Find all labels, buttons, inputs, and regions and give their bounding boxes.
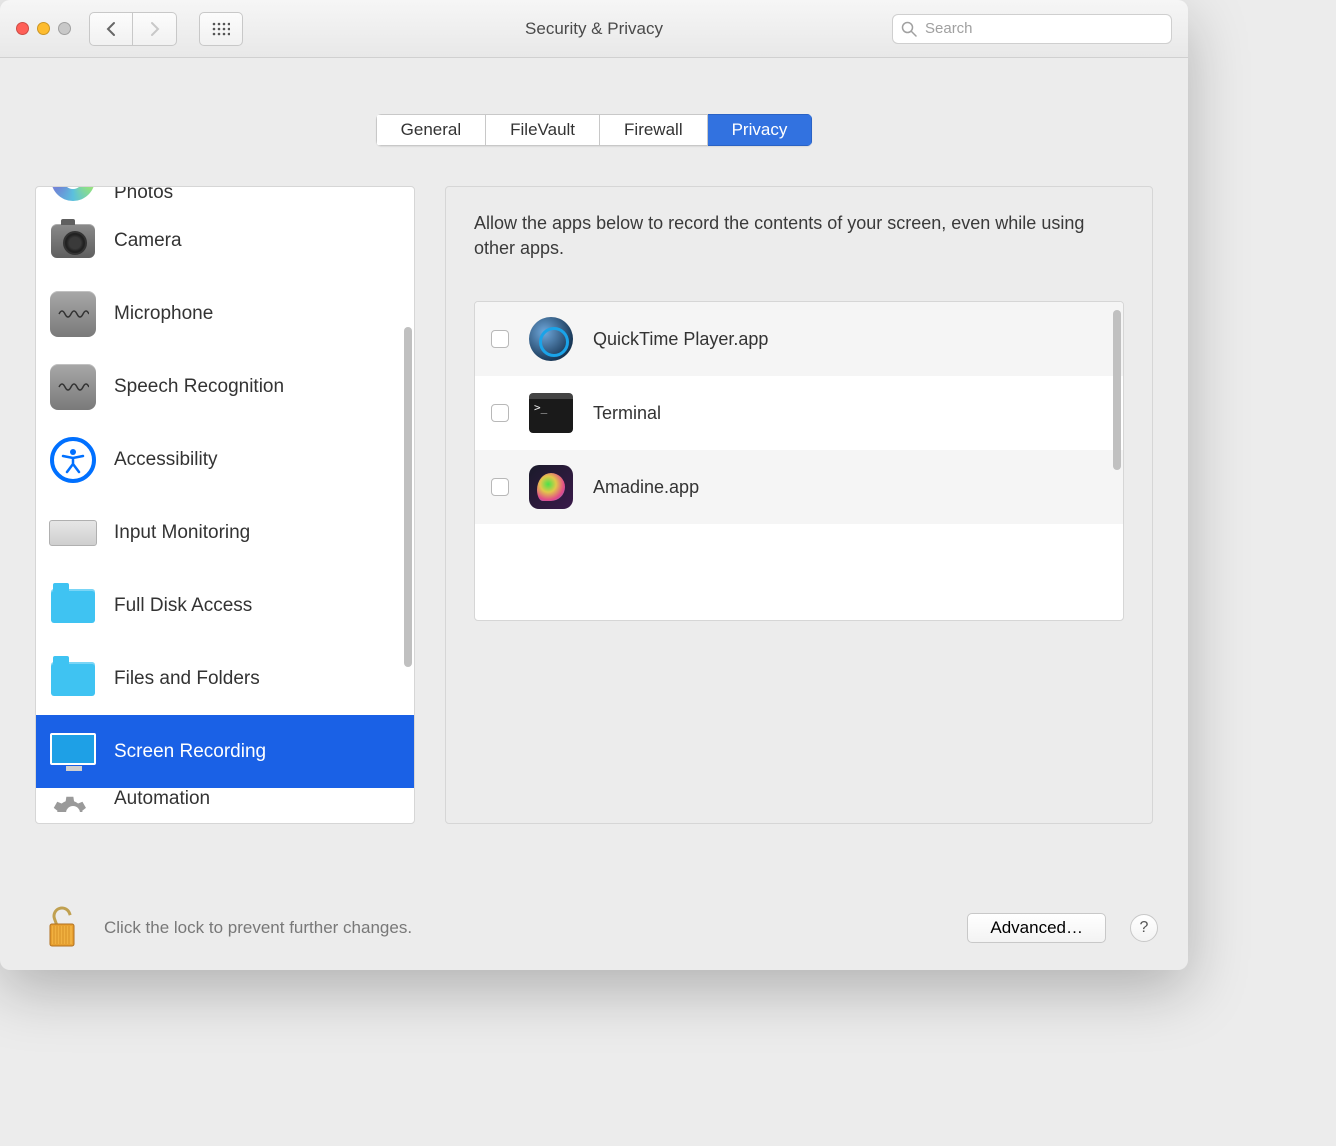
- sidebar-item-label: Automation: [114, 788, 210, 810]
- help-button[interactable]: ?: [1130, 914, 1158, 942]
- camera-icon: [51, 224, 95, 258]
- sidebar-scrollbar[interactable]: [404, 327, 412, 667]
- detail-description: Allow the apps below to record the conte…: [474, 211, 1124, 261]
- sidebar-item-accessibility[interactable]: Accessibility: [36, 423, 414, 496]
- sidebar-item-automation[interactable]: Automation: [36, 788, 414, 812]
- app-row: Amadine.app: [475, 450, 1123, 524]
- content-area: Photos Camera Microphone Speech Recognit…: [35, 186, 1153, 824]
- folder-icon: [51, 662, 95, 696]
- search-wrap: [892, 14, 1172, 44]
- sidebar-item-label: Files and Folders: [114, 668, 260, 690]
- app-label: Amadine.app: [593, 477, 699, 498]
- app-checkbox[interactable]: [491, 330, 509, 348]
- advanced-button[interactable]: Advanced…: [967, 913, 1106, 943]
- sidebar-item-camera[interactable]: Camera: [36, 204, 414, 277]
- gear-icon: [52, 792, 94, 812]
- photos-icon: [51, 186, 95, 201]
- sidebar-item-full-disk[interactable]: Full Disk Access: [36, 569, 414, 642]
- sidebar-item-photos[interactable]: Photos: [36, 186, 414, 204]
- tab-bar: General FileVault Firewall Privacy: [0, 58, 1188, 146]
- microphone-icon: [50, 291, 96, 337]
- chevron-left-icon: [105, 21, 117, 37]
- app-list-scrollbar[interactable]: [1113, 310, 1121, 470]
- accessibility-icon: [50, 437, 96, 483]
- sidebar-item-label: Full Disk Access: [114, 595, 252, 617]
- sidebar-item-label: Input Monitoring: [114, 522, 250, 544]
- minimize-button[interactable]: [37, 22, 50, 35]
- app-row: Terminal: [475, 376, 1123, 450]
- sidebar-item-label: Screen Recording: [114, 741, 266, 763]
- footer: Click the lock to prevent further change…: [0, 890, 1188, 970]
- terminal-icon: [529, 393, 573, 433]
- tab-general[interactable]: General: [376, 114, 486, 146]
- preferences-window: Security & Privacy General FileVault Fir…: [0, 0, 1188, 970]
- app-row: QuickTime Player.app: [475, 302, 1123, 376]
- sidebar-item-label: Camera: [114, 230, 182, 252]
- sidebar-item-files-folders[interactable]: Files and Folders: [36, 642, 414, 715]
- titlebar: Security & Privacy: [0, 0, 1188, 58]
- grid-icon: [212, 22, 230, 36]
- folder-icon: [51, 589, 95, 623]
- back-button[interactable]: [89, 12, 133, 46]
- zoom-button: [58, 22, 71, 35]
- amadine-icon: [529, 465, 573, 509]
- sidebar-item-label: Speech Recognition: [114, 376, 284, 398]
- detail-panel: Allow the apps below to record the conte…: [445, 186, 1153, 824]
- sidebar-item-label: Accessibility: [114, 449, 217, 471]
- forward-button[interactable]: [133, 12, 177, 46]
- close-button[interactable]: [16, 22, 29, 35]
- chevron-right-icon: [149, 21, 161, 37]
- sidebar-item-microphone[interactable]: Microphone: [36, 277, 414, 350]
- quicktime-icon: [529, 317, 573, 361]
- app-label: QuickTime Player.app: [593, 329, 768, 350]
- lock-text: Click the lock to prevent further change…: [104, 918, 412, 938]
- screen-icon: [50, 733, 96, 765]
- tab-privacy[interactable]: Privacy: [708, 114, 813, 146]
- tab-filevault[interactable]: FileVault: [486, 114, 600, 146]
- sidebar-item-label: Photos: [114, 186, 173, 204]
- sidebar-item-screen-recording[interactable]: Screen Recording: [36, 715, 414, 788]
- speech-icon: [50, 364, 96, 410]
- app-list: QuickTime Player.app Terminal Amadine.ap…: [474, 301, 1124, 621]
- traffic-lights: [16, 22, 71, 35]
- app-label: Terminal: [593, 403, 661, 424]
- search-input[interactable]: [892, 14, 1172, 44]
- app-checkbox[interactable]: [491, 404, 509, 422]
- sidebar-item-input-monitoring[interactable]: Input Monitoring: [36, 496, 414, 569]
- nav-buttons: [89, 12, 177, 46]
- app-checkbox[interactable]: [491, 478, 509, 496]
- privacy-category-sidebar: Photos Camera Microphone Speech Recognit…: [35, 186, 415, 824]
- show-all-button[interactable]: [199, 12, 243, 46]
- search-icon: [901, 21, 917, 37]
- sidebar-item-speech[interactable]: Speech Recognition: [36, 350, 414, 423]
- sidebar-item-label: Microphone: [114, 303, 213, 325]
- lock-icon[interactable]: [44, 906, 80, 950]
- tab-firewall[interactable]: Firewall: [600, 114, 708, 146]
- keyboard-icon: [49, 520, 97, 546]
